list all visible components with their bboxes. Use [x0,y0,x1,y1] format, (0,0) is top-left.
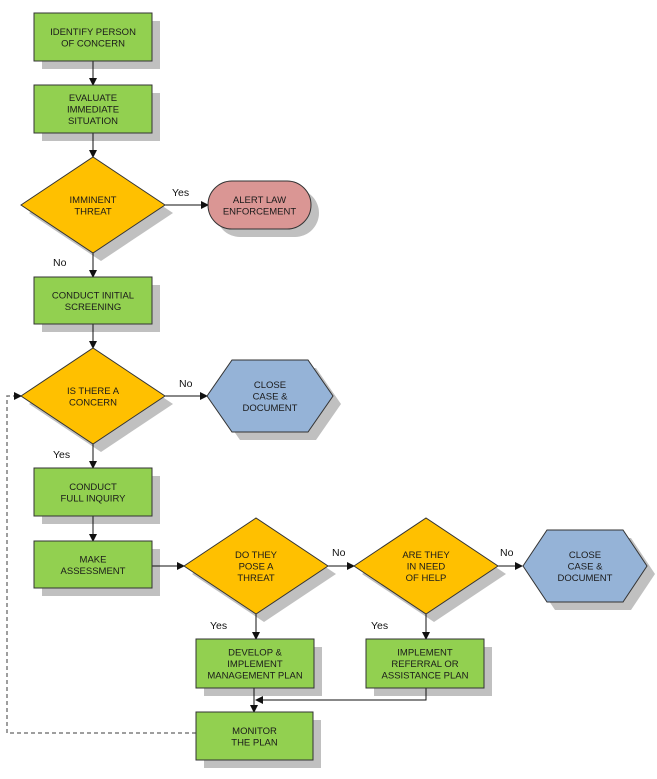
node-label: CONDUCT [69,482,117,493]
node-label: CASE & [568,562,604,573]
edge-label-no: No [179,378,193,390]
edge-label-yes: Yes [172,187,189,199]
node-label: IMPLEMENT [397,648,453,659]
node-monitor: MONITORTHE PLAN [195,711,314,761]
node-label: DEVELOP & [228,648,282,659]
node-need: ARE THEYIN NEEDOF HELP [353,517,499,615]
node-label: ARE THEY [402,550,450,561]
node-label: DOCUMENT [243,403,298,414]
node-label: IMMEDIATE [67,105,119,116]
node-label: CONDUCT INITIAL [52,290,134,301]
node-identify: IDENTIFY PERSONOF CONCERN [33,12,153,62]
node-label: CLOSE [569,550,601,561]
node-label: MANAGEMENT PLAN [207,671,303,682]
node-label: SCREENING [65,302,121,313]
node-label: DO THEY [235,550,278,561]
node-develop: DEVELOP &IMPLEMENTMANAGEMENT PLAN [195,638,315,689]
node-concern: IS THERE ACONCERN [20,347,166,445]
node-label: MAKE [80,554,107,565]
node-label: ENFORCEMENT [223,206,297,217]
node-screening: CONDUCT INITIALSCREENING [33,276,153,325]
node-label: ASSISTANCE PLAN [382,671,469,682]
node-label: THREAT [237,573,274,584]
node-label: IDENTIFY PERSON [50,27,136,38]
edge-label-yes: Yes [53,449,70,461]
node-label: DOCUMENT [558,573,613,584]
edge-label-yes: Yes [371,620,388,632]
node-pose: DO THEYPOSE ATHREAT [183,517,329,615]
node-label: ASSESSMENT [61,566,126,577]
node-close1: CLOSECASE &DOCUMENT [206,359,334,433]
node-label: ALERT LAW [233,195,286,206]
node-label: CASE & [253,392,289,403]
node-label: IS THERE A [67,386,120,397]
node-imminent: IMMINENTTHREAT [20,156,166,254]
node-label: FULL INQUIRY [61,493,127,504]
node-label: IMPLEMENT [227,659,283,670]
node-label: POSE A [239,562,275,573]
flowchart-canvas: IDENTIFY PERSONOF CONCERN EVALUATEIMMEDIA… [6,12,655,768]
node-label: EVALUATE [69,93,117,104]
node-label: IMMINENT [70,195,117,206]
node-label: OF HELP [406,573,447,584]
node-inquiry: CONDUCTFULL INQUIRY [33,467,153,517]
node-referral: IMPLEMENTREFERRAL ORASSISTANCE PLAN [365,638,485,689]
node-label: SITUATION [68,116,118,127]
node-label: MONITOR [232,726,277,737]
edge-label-no: No [500,547,514,559]
node-label: REFERRAL OR [391,659,458,670]
node-label: OF CONCERN [61,38,125,49]
node-label: IN NEED [407,562,446,573]
node-label: CONCERN [69,397,117,408]
node-close2: CLOSECASE &DOCUMENT [522,529,648,603]
edge-label-no: No [332,547,346,559]
edge-label-yes: Yes [210,620,227,632]
node-alert: ALERT LAWENFORCEMENT [207,180,312,230]
node-assessment: MAKEASSESSMENT [33,540,153,589]
node-label: THE PLAN [231,737,278,748]
node-evaluate: EVALUATEIMMEDIATESITUATION [33,84,153,134]
edge-label-no: No [53,257,67,269]
node-label: CLOSE [254,380,286,391]
node-label: THREAT [74,206,111,217]
